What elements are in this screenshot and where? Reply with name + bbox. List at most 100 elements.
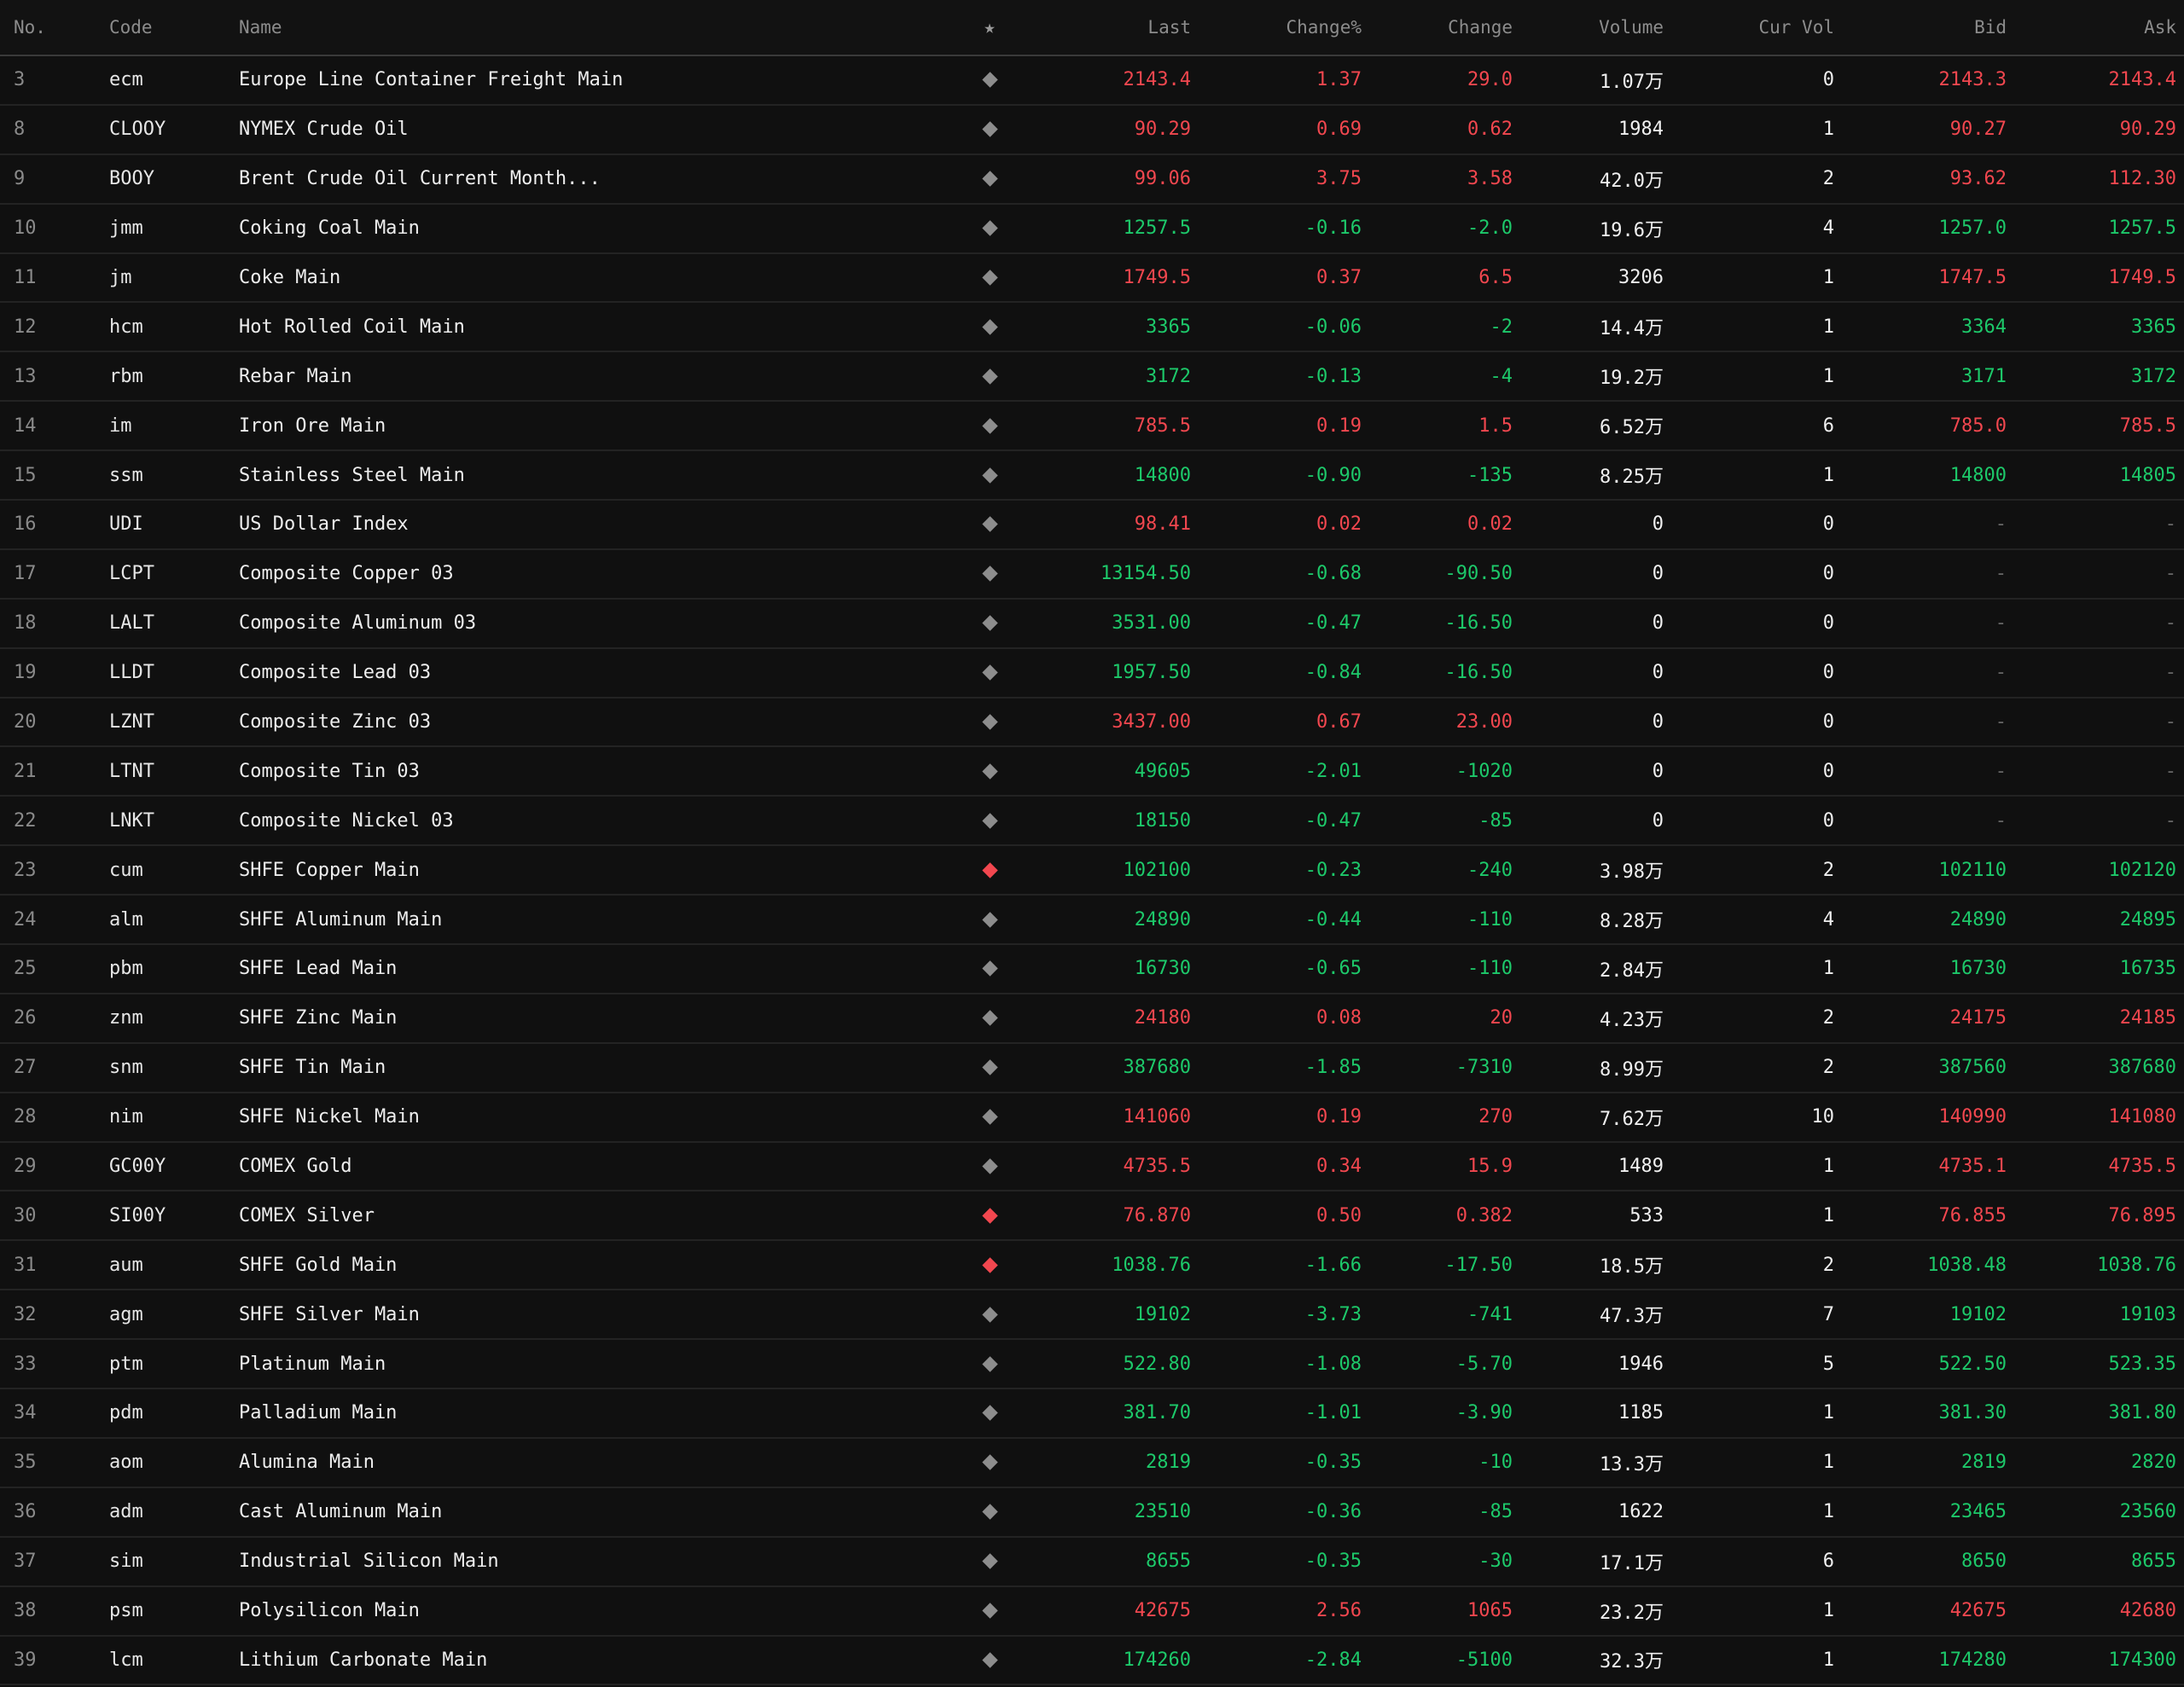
favorite-toggle[interactable] xyxy=(964,649,1015,697)
favorite-toggle[interactable] xyxy=(964,1439,1015,1487)
table-row[interactable]: 17 LCPT Composite Copper 03 13154.50 -0.68 -9… xyxy=(0,550,2184,600)
table-row[interactable]: 39 lcm Lithium Carbonate Main 174260 -2.84 -5… xyxy=(0,1637,2184,1686)
table-row[interactable]: 14 im Iron Ore Main 785.5 0.19 1.5 6.52万 6 785.0… xyxy=(0,402,2184,452)
table-row[interactable]: 33 ptm Platinum Main 522.80 -1.08 -5.70 1946 5 5… xyxy=(0,1340,2184,1390)
diamond-icon xyxy=(981,1652,998,1668)
row-bid: - xyxy=(1995,563,2007,585)
table-row[interactable]: 34 pdm Palladium Main 381.70 -1.01 -3.90 1185 1… xyxy=(0,1389,2184,1439)
table-row[interactable]: 12 hcm Hot Rolled Coil Main 3365 -0.06 -2 14.4… xyxy=(0,303,2184,353)
table-row[interactable]: 30 SI00Y COMEX Silver 76.870 0.50 0.382 533 1 76… xyxy=(0,1191,2184,1242)
favorite-toggle[interactable] xyxy=(964,352,1015,400)
table-row[interactable]: 3 ecm Europe Line Container Freight Main 21… xyxy=(0,56,2184,106)
row-bid: 3171 xyxy=(1961,365,2007,387)
favorite-toggle[interactable] xyxy=(964,699,1015,746)
favorite-toggle[interactable] xyxy=(964,1538,1015,1586)
favorite-toggle[interactable] xyxy=(964,1340,1015,1388)
favorite-toggle[interactable] xyxy=(964,1587,1015,1635)
table-row[interactable]: 31 aum SHFE Gold Main 1038.76 -1.66 -17.50 18.… xyxy=(0,1241,2184,1291)
row-last: 13154.50 xyxy=(1101,563,1191,585)
favorite-toggle[interactable] xyxy=(964,896,1015,943)
header-favorite-star-icon[interactable]: ★ xyxy=(964,0,1015,55)
table-row[interactable]: 13 rbm Rebar Main 3172 -0.13 -4 19.2万 1 3171 3172 xyxy=(0,352,2184,403)
favorite-toggle[interactable] xyxy=(964,1389,1015,1437)
table-row[interactable]: 36 adm Cast Aluminum Main 23510 -0.36 -85 1622… xyxy=(0,1488,2184,1538)
favorite-toggle[interactable] xyxy=(964,56,1015,104)
table-row[interactable]: 15 ssm Stainless Steel Main 14800 -0.90 -135 8… xyxy=(0,451,2184,501)
header-code[interactable]: Code xyxy=(109,0,229,55)
favorite-toggle[interactable] xyxy=(964,1143,1015,1191)
row-volume: 2.84万 xyxy=(1600,959,1664,982)
favorite-toggle[interactable] xyxy=(964,945,1015,993)
table-row[interactable]: 19 LLDT Composite Lead 03 1957.50 -0.84 -16.5… xyxy=(0,649,2184,699)
row-cur-vol: 2 xyxy=(1822,1254,1834,1276)
header-name[interactable]: Name xyxy=(239,0,921,55)
diamond-icon xyxy=(981,1010,998,1027)
table-row[interactable]: 18 LALT Composite Aluminum 03 3531.00 -0.47 -… xyxy=(0,600,2184,649)
table-row[interactable]: 23 cum SHFE Copper Main 102100 -0.23 -240 3.98… xyxy=(0,846,2184,896)
favorite-toggle[interactable] xyxy=(964,1093,1015,1141)
table-row[interactable]: 9 BOOY Brent Crude Oil Current Month... 99.… xyxy=(0,155,2184,205)
header-ask[interactable]: Ask xyxy=(2022,0,2176,55)
favorite-toggle[interactable] xyxy=(964,501,1015,548)
row-last: 14800 xyxy=(1134,464,1191,486)
table-row[interactable]: 21 LTNT Composite Tin 03 49605 -2.01 -1020 0 0 -… xyxy=(0,747,2184,797)
header-last[interactable]: Last xyxy=(1024,0,1191,55)
favorite-toggle[interactable] xyxy=(964,846,1015,894)
favorite-toggle[interactable] xyxy=(964,1241,1015,1289)
favorite-toggle[interactable] xyxy=(964,106,1015,154)
table-row[interactable]: 16 UDI US Dollar Index 98.41 0.02 0.02 0 0 - - xyxy=(0,501,2184,550)
favorite-toggle[interactable] xyxy=(964,747,1015,795)
row-volume: 3206 xyxy=(1618,267,1664,288)
table-row[interactable]: 29 GC00Y COMEX Gold 4735.5 0.34 15.9 1489 1 4735… xyxy=(0,1143,2184,1192)
favorite-toggle[interactable] xyxy=(964,155,1015,203)
table-row[interactable]: 11 jm Coke Main 1749.5 0.37 6.5 3206 1 1747.5 174… xyxy=(0,254,2184,304)
row-name: US Dollar Index xyxy=(239,513,409,536)
table-row[interactable]: 32 agm SHFE Silver Main 19102 -3.73 -741 47.3万… xyxy=(0,1290,2184,1341)
row-name: COMEX Silver xyxy=(239,1204,375,1226)
favorite-toggle[interactable] xyxy=(964,600,1015,647)
row-code: alm xyxy=(109,908,143,930)
row-last: 1957.50 xyxy=(1112,662,1191,684)
row-number: 27 xyxy=(14,1057,37,1079)
favorite-toggle[interactable] xyxy=(964,1290,1015,1338)
favorite-toggle[interactable] xyxy=(964,550,1015,598)
header-bid[interactable]: Bid xyxy=(1851,0,2007,55)
favorite-toggle[interactable] xyxy=(964,402,1015,449)
row-name: Composite Zinc 03 xyxy=(239,711,432,733)
favorite-toggle[interactable] xyxy=(964,1044,1015,1092)
row-ask: 102120 xyxy=(2108,859,2176,881)
header-cur-vol[interactable]: Cur Vol xyxy=(1676,0,1834,55)
table-row[interactable]: 35 aom Alumina Main 2819 -0.35 -10 13.3万 1 2819 2… xyxy=(0,1439,2184,1488)
header-change-percent[interactable]: Change% xyxy=(1203,0,1362,55)
favorite-toggle[interactable] xyxy=(964,1637,1015,1684)
row-ask: 19103 xyxy=(2119,1303,2176,1325)
table-row[interactable]: 22 LNKT Composite Nickel 03 18150 -0.47 -85 0 0… xyxy=(0,797,2184,847)
table-row[interactable]: 10 jmm Coking Coal Main 1257.5 -0.16 -2.0 19.6… xyxy=(0,205,2184,254)
table-row[interactable]: 24 alm SHFE Aluminum Main 24890 -0.44 -110 8.2… xyxy=(0,896,2184,946)
quote-table: No. Code Name ★ Last Change% Change Volu… xyxy=(0,0,2184,1686)
favorite-toggle[interactable] xyxy=(964,1488,1015,1536)
table-row[interactable]: 38 psm Polysilicon Main 42675 2.56 1065 23.2万 1… xyxy=(0,1587,2184,1637)
row-number: 34 xyxy=(14,1402,37,1424)
table-row[interactable]: 27 snm SHFE Tin Main 387680 -1.85 -7310 8.99万 2… xyxy=(0,1044,2184,1093)
table-row[interactable]: 20 LZNT Composite Zinc 03 3437.00 0.67 23.00 0… xyxy=(0,699,2184,748)
favorite-toggle[interactable] xyxy=(964,994,1015,1042)
table-row[interactable]: 37 sim Industrial Silicon Main 8655 -0.35 -30… xyxy=(0,1538,2184,1587)
table-row[interactable]: 28 nim SHFE Nickel Main 141060 0.19 270 7.62万 1… xyxy=(0,1093,2184,1143)
table-row[interactable]: 8 CLOOY NYMEX Crude Oil 90.29 0.69 0.62 1984 1 9… xyxy=(0,106,2184,155)
header-volume[interactable]: Volume xyxy=(1527,0,1664,55)
row-change-percent: 0.02 xyxy=(1316,513,1362,536)
favorite-toggle[interactable] xyxy=(964,451,1015,499)
row-code: ssm xyxy=(109,464,143,486)
favorite-toggle[interactable] xyxy=(964,797,1015,844)
favorite-toggle[interactable] xyxy=(964,1191,1015,1239)
table-row[interactable]: 25 pbm SHFE Lead Main 16730 -0.65 -110 2.84万 1 1… xyxy=(0,945,2184,994)
favorite-toggle[interactable] xyxy=(964,303,1015,351)
favorite-toggle[interactable] xyxy=(964,205,1015,252)
header-no[interactable]: No. xyxy=(14,0,90,55)
favorite-toggle[interactable] xyxy=(964,254,1015,302)
table-row[interactable]: 26 znm SHFE Zinc Main 24180 0.08 20 4.23万 2 2417… xyxy=(0,994,2184,1044)
header-change[interactable]: Change xyxy=(1374,0,1513,55)
row-change-percent: 2.56 xyxy=(1316,1600,1362,1622)
row-change-percent: -0.65 xyxy=(1304,958,1362,980)
